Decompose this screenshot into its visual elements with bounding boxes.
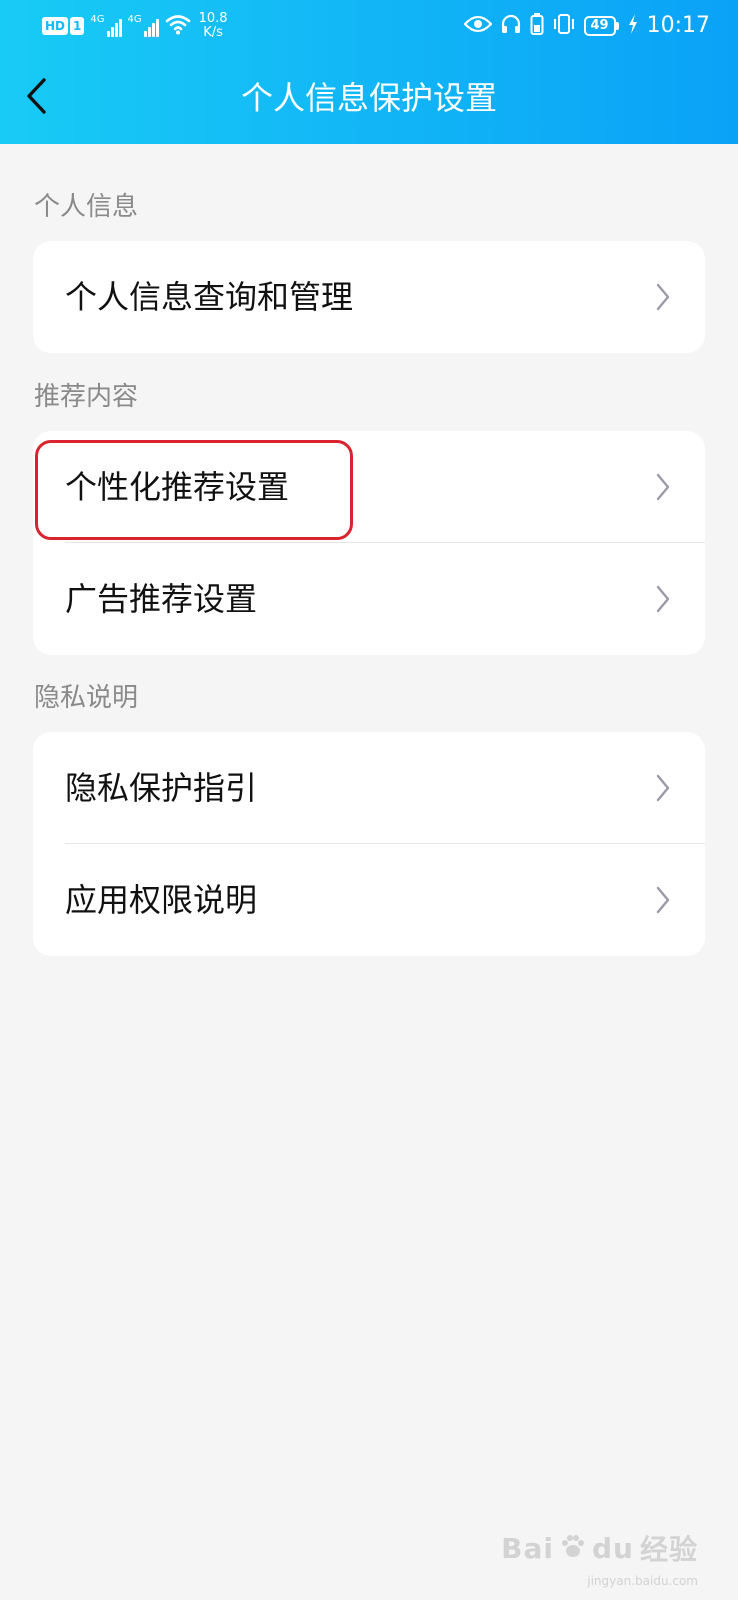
list-item-personalized-recommend[interactable]: 个性化推荐设置: [33, 431, 705, 543]
card-privacy: 隐私保护指引 应用权限说明: [33, 732, 705, 956]
list-item-personal-info-query[interactable]: 个人信息查询和管理: [33, 241, 705, 353]
card-personal-info: 个人信息查询和管理: [33, 241, 705, 353]
chevron-right-icon: [655, 281, 671, 313]
charging-bolt-icon: [627, 13, 639, 39]
battery-icon: 49: [583, 16, 619, 36]
eye-icon: [462, 15, 493, 37]
status-bar-right: 49 10:17: [462, 8, 710, 44]
network-type-2: 4G: [127, 14, 142, 25]
watermark-brand2: du: [592, 1531, 634, 1565]
list-item-label: 广告推荐设置: [65, 580, 258, 618]
page-title: 个人信息保护设置: [240, 79, 497, 117]
chevron-right-icon: [655, 583, 671, 615]
status-time: 10:17: [646, 13, 710, 38]
watermark-brand: Bai: [501, 1531, 554, 1565]
paw-logo-icon: [560, 1533, 586, 1563]
section-label-personal-info: 个人信息: [34, 192, 139, 222]
watermark-url: jingyan.baidu.com: [587, 1574, 698, 1588]
battery-level: 49: [583, 16, 616, 36]
hd-label: HD: [42, 17, 69, 35]
network-speed-value: 10.8: [198, 11, 228, 26]
wifi-icon: [165, 13, 191, 39]
status-bar-left: HD 1 4G 4G 10.8 K/s: [42, 8, 228, 44]
network-type-1: 4G: [90, 14, 105, 25]
back-button[interactable]: [10, 72, 62, 124]
list-item-app-permissions[interactable]: 应用权限说明: [33, 844, 705, 956]
cellular-signal-2-icon: 4G: [128, 15, 159, 37]
list-item-privacy-guide[interactable]: 隐私保护指引: [33, 732, 705, 844]
list-item-label: 个人信息查询和管理: [65, 278, 354, 316]
section-label-recommend: 推荐内容: [34, 382, 139, 412]
section-label-privacy: 隐私说明: [34, 683, 139, 713]
cellular-signal-1-icon: 4G: [90, 14, 122, 37]
chevron-right-icon: [655, 471, 671, 503]
vibrate-icon: [552, 13, 576, 39]
network-speed: 10.8 K/s: [199, 12, 228, 40]
list-item-label: 个性化推荐设置: [65, 468, 290, 506]
baidu-watermark: Bai du 经验 jingyan.baidu.com: [501, 1528, 698, 1589]
network-speed-unit: K/s: [203, 25, 223, 40]
header: HD 1 4G 4G 10.8 K/s 49 10:17 个人信息保护设置: [0, 0, 738, 144]
chevron-left-icon: [25, 78, 47, 118]
list-item-ad-recommend[interactable]: 广告推荐设置: [33, 543, 705, 655]
nav-bar: 个人信息保护设置: [0, 52, 738, 144]
sim1-label: 1: [70, 17, 85, 35]
list-item-label: 隐私保护指引: [65, 769, 258, 807]
card-recommend: 个性化推荐设置 广告推荐设置: [33, 431, 705, 655]
list-item-label: 应用权限说明: [65, 881, 258, 919]
battery-saver-icon: [530, 12, 544, 40]
chevron-right-icon: [655, 884, 671, 916]
headphones-icon: [500, 13, 522, 39]
watermark-suffix: 经验: [639, 1533, 698, 1566]
status-bar: HD 1 4G 4G 10.8 K/s 49 10:17: [0, 0, 738, 52]
hd-badge: HD 1: [42, 17, 85, 35]
chevron-right-icon: [655, 772, 671, 804]
